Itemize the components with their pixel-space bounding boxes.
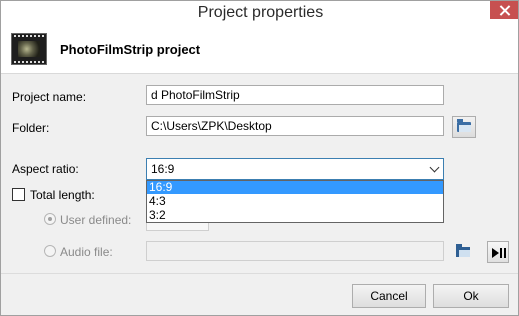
user-defined-radio[interactable] — [44, 213, 56, 225]
aspect-ratio-dropdown-list: 16:9 4:3 3:2 — [146, 180, 444, 223]
dialog-header: PhotoFilmStrip project — [1, 25, 518, 74]
browse-folder-button[interactable] — [452, 116, 476, 138]
audio-folder-icon — [456, 244, 470, 257]
project-name-input[interactable]: d PhotoFilmStrip — [146, 85, 444, 105]
aspect-option-3-2[interactable]: 3:2 — [147, 209, 443, 222]
browse-audio-button[interactable] — [455, 242, 475, 260]
play-icon — [492, 248, 499, 258]
total-length-label: Total length: — [30, 188, 95, 202]
audio-file-label: Audio file: — [60, 245, 113, 259]
project-name-label: Project name: — [12, 90, 87, 104]
folder-input[interactable]: C:\Users\ZPK\Desktop — [146, 116, 444, 136]
project-properties-dialog: Project properties PhotoFilmStrip projec… — [0, 0, 519, 316]
pause-icon — [500, 248, 506, 258]
close-button[interactable] — [490, 1, 518, 19]
ok-button[interactable]: Ok — [433, 284, 509, 308]
window-title: Project properties — [197, 4, 324, 21]
play-pause-button[interactable] — [487, 241, 509, 263]
audio-file-input[interactable] — [146, 241, 444, 261]
chevron-down-icon — [429, 162, 440, 173]
title-bar[interactable]: Project properties — [1, 1, 518, 25]
aspect-ratio-label: Aspect ratio: — [12, 162, 79, 176]
header-title: PhotoFilmStrip project — [60, 42, 201, 57]
aspect-option-4-3[interactable]: 4:3 — [147, 195, 443, 208]
radio-selected-dot — [48, 217, 52, 221]
aspect-option-16-9[interactable]: 16:9 — [147, 181, 443, 194]
folder-label: Folder: — [12, 121, 50, 135]
folder-icon — [457, 119, 471, 132]
user-defined-label: User defined: — [60, 213, 132, 227]
filmstrip-logo-icon — [11, 33, 47, 65]
close-icon — [498, 3, 512, 17]
aspect-ratio-value: 16:9 — [151, 162, 175, 176]
audio-file-radio[interactable] — [44, 245, 56, 257]
total-length-checkbox[interactable] — [12, 188, 25, 201]
cancel-button[interactable]: Cancel — [352, 284, 426, 308]
aspect-ratio-select[interactable]: 16:9 — [146, 158, 444, 180]
